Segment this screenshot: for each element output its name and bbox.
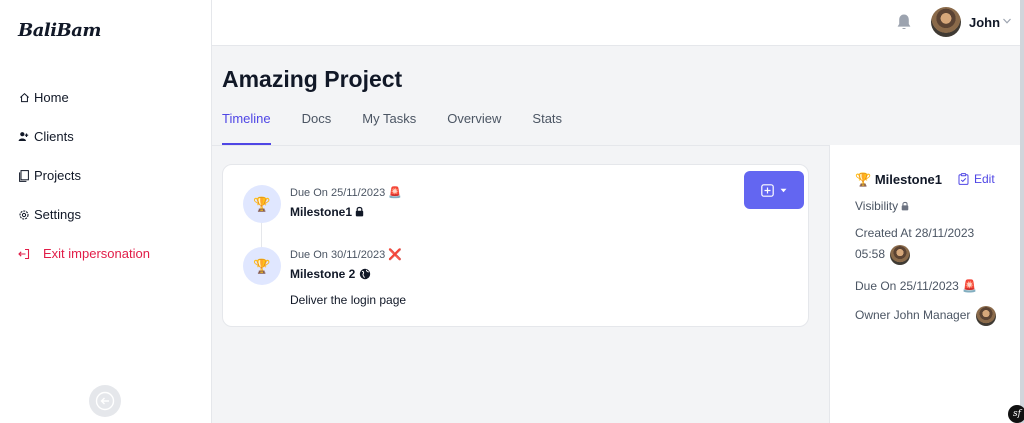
scrollbar[interactable] — [1020, 0, 1024, 423]
clipboard-icon — [958, 173, 969, 185]
caret-down-icon — [780, 188, 787, 192]
sidebar-item-home[interactable]: Home — [17, 78, 207, 117]
milestone-title[interactable]: Milestone 2 — [290, 267, 371, 281]
sidebar-item-label: Clients — [34, 129, 74, 144]
milestone-due: Due On 30/11/2023 ❌ — [290, 249, 402, 261]
symfony-toolbar-icon[interactable]: sf — [1008, 405, 1024, 423]
user-name[interactable]: John — [969, 15, 1000, 30]
creator-avatar — [890, 245, 911, 265]
owner-avatar — [975, 306, 996, 326]
plus-square-icon — [761, 183, 774, 197]
sidebar-item-settings[interactable]: Settings — [17, 195, 207, 234]
tab-overview[interactable]: Overview — [447, 104, 501, 145]
bell-icon[interactable] — [896, 13, 912, 31]
details-owner: Owner John Manager — [855, 306, 996, 326]
page-title: Amazing Project — [222, 66, 403, 92]
lock-icon — [356, 206, 364, 217]
home-icon — [17, 91, 31, 105]
cross-icon: ❌ — [388, 249, 402, 261]
sidebar-item-projects[interactable]: Projects — [17, 156, 207, 195]
sidebar-item-clients[interactable]: Clients — [17, 117, 207, 156]
gear-icon — [17, 208, 31, 222]
add-item-button[interactable] — [744, 171, 804, 209]
lock-icon — [902, 201, 909, 211]
app-logo[interactable]: BaliBam — [18, 20, 101, 41]
top-bar: John — [212, 0, 1020, 46]
details-created-time: 05:58 — [855, 245, 911, 265]
trophy-icon: 🏆 — [243, 247, 281, 285]
details-created-at: Created At 28/11/2023 — [855, 226, 975, 240]
tab-docs[interactable]: Docs — [302, 104, 332, 145]
trophy-icon: 🏆 — [855, 172, 872, 187]
tab-stats[interactable]: Stats — [532, 104, 562, 145]
logout-icon — [17, 247, 31, 261]
arrow-left-circle-icon — [95, 391, 115, 411]
milestone-description: Deliver the login page — [290, 293, 407, 307]
edit-button[interactable]: Edit — [958, 172, 995, 186]
users-icon — [17, 130, 31, 144]
tabs-divider — [212, 145, 829, 146]
exit-impersonation-label: Exit impersonation — [43, 246, 150, 261]
details-due: Due On 25/11/2023 🚨 — [855, 279, 978, 293]
sidebar-item-label: Home — [34, 90, 69, 105]
milestone-title[interactable]: Milestone1 — [290, 205, 364, 219]
milestone-details-panel: 🏆 Milestone1 Edit Visibility Created At … — [829, 145, 1020, 423]
trophy-icon: 🏆 — [243, 185, 281, 223]
user-avatar[interactable] — [931, 7, 961, 37]
sidebar: BaliBam Home Clients Projects Settings E… — [0, 0, 212, 423]
sidebar-nav: Home Clients Projects Settings Exit impe… — [17, 78, 207, 273]
alarm-icon: 🚨 — [962, 279, 978, 293]
details-visibility: Visibility — [855, 199, 909, 213]
sidebar-item-label: Settings — [34, 207, 81, 222]
details-title: 🏆 Milestone1 — [855, 172, 942, 187]
tab-my-tasks[interactable]: My Tasks — [362, 104, 416, 145]
milestone-due: Due On 25/11/2023 🚨 — [290, 187, 402, 199]
globe-icon — [359, 268, 370, 280]
timeline-card: 🏆 Due On 25/11/2023 🚨 Milestone1 🏆 Due O… — [222, 164, 809, 327]
chevron-down-icon[interactable] — [1002, 16, 1012, 26]
collapse-sidebar-button[interactable] — [89, 385, 121, 417]
sidebar-item-label: Projects — [34, 168, 81, 183]
exit-impersonation-link[interactable]: Exit impersonation — [17, 234, 207, 273]
document-icon — [17, 169, 31, 183]
project-tabs: Timeline Docs My Tasks Overview Stats — [222, 104, 593, 145]
alarm-icon: 🚨 — [388, 187, 402, 199]
tab-timeline[interactable]: Timeline — [222, 104, 271, 145]
